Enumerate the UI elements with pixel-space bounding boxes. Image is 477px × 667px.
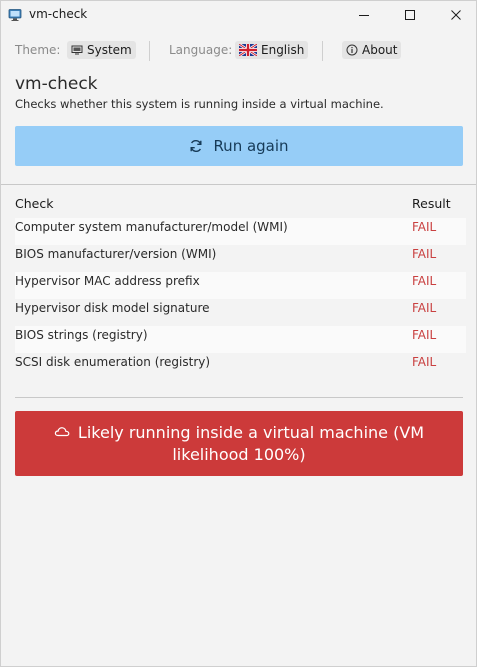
about-button[interactable]: About xyxy=(342,41,402,59)
check-name: Hypervisor disk model signature xyxy=(15,301,210,315)
uk-flag-icon xyxy=(239,44,257,56)
app-monitor-icon xyxy=(8,9,22,21)
table-row: BIOS strings (registry) FAIL xyxy=(15,326,466,353)
close-icon xyxy=(451,10,461,20)
maximize-button[interactable] xyxy=(393,1,427,29)
table-row: Hypervisor disk model signature FAIL xyxy=(15,299,466,326)
minimize-button[interactable] xyxy=(347,1,381,29)
check-name: BIOS strings (registry) xyxy=(15,328,148,342)
theme-selector[interactable]: System xyxy=(67,41,136,59)
check-result: FAIL xyxy=(412,274,437,288)
table-row: Hypervisor MAC address prefix FAIL xyxy=(15,272,466,299)
table-row: BIOS manufacturer/version (WMI) FAIL xyxy=(15,245,466,272)
language-value: English xyxy=(261,43,305,57)
close-button[interactable] xyxy=(439,1,473,29)
column-header-check: Check xyxy=(15,196,54,211)
verdict-text: Likely running inside a virtual machine … xyxy=(77,422,425,464)
refresh-icon xyxy=(190,140,202,152)
toolbar-divider xyxy=(149,41,150,61)
check-result: FAIL xyxy=(412,301,437,315)
checks-table: Computer system manufacturer/model (WMI)… xyxy=(15,218,466,380)
check-name: Hypervisor MAC address prefix xyxy=(15,274,200,288)
page-title: vm-check xyxy=(15,74,98,94)
title-bar: vm-check xyxy=(1,1,476,29)
info-icon xyxy=(346,44,358,56)
page-description: Checks whether this system is running in… xyxy=(15,97,384,111)
cloud-icon xyxy=(54,427,70,437)
check-result: FAIL xyxy=(412,220,437,234)
check-result: FAIL xyxy=(412,328,437,342)
monitor-icon xyxy=(71,45,83,54)
app-window: vm-check Theme: System Language: English… xyxy=(0,0,477,667)
language-label: Language: xyxy=(169,43,233,57)
language-selector[interactable]: English xyxy=(235,41,309,59)
maximize-icon xyxy=(405,10,415,20)
section-divider xyxy=(15,397,463,398)
minimize-icon xyxy=(359,15,369,16)
check-name: BIOS manufacturer/version (WMI) xyxy=(15,247,217,261)
check-name: SCSI disk enumeration (registry) xyxy=(15,355,211,369)
theme-label: Theme: xyxy=(15,43,61,57)
check-name: Computer system manufacturer/model (WMI) xyxy=(15,220,288,234)
section-divider xyxy=(1,184,476,185)
check-result: FAIL xyxy=(412,355,437,369)
about-label: About xyxy=(362,43,398,57)
table-row: SCSI disk enumeration (registry) FAIL xyxy=(15,353,466,380)
toolbar-divider xyxy=(322,41,323,61)
check-result: FAIL xyxy=(412,247,437,261)
settings-toolbar: Theme: System Language: English About xyxy=(1,39,476,63)
theme-value: System xyxy=(87,43,132,57)
verdict-content: Likely running inside a virtual machine … xyxy=(49,422,429,466)
table-row: Computer system manufacturer/model (WMI)… xyxy=(15,218,466,245)
verdict-banner: Likely running inside a virtual machine … xyxy=(15,411,463,476)
column-header-result: Result xyxy=(412,196,451,211)
run-again-label: Run again xyxy=(213,137,289,155)
run-again-button[interactable]: Run again xyxy=(15,126,463,166)
window-title: vm-check xyxy=(29,7,88,21)
